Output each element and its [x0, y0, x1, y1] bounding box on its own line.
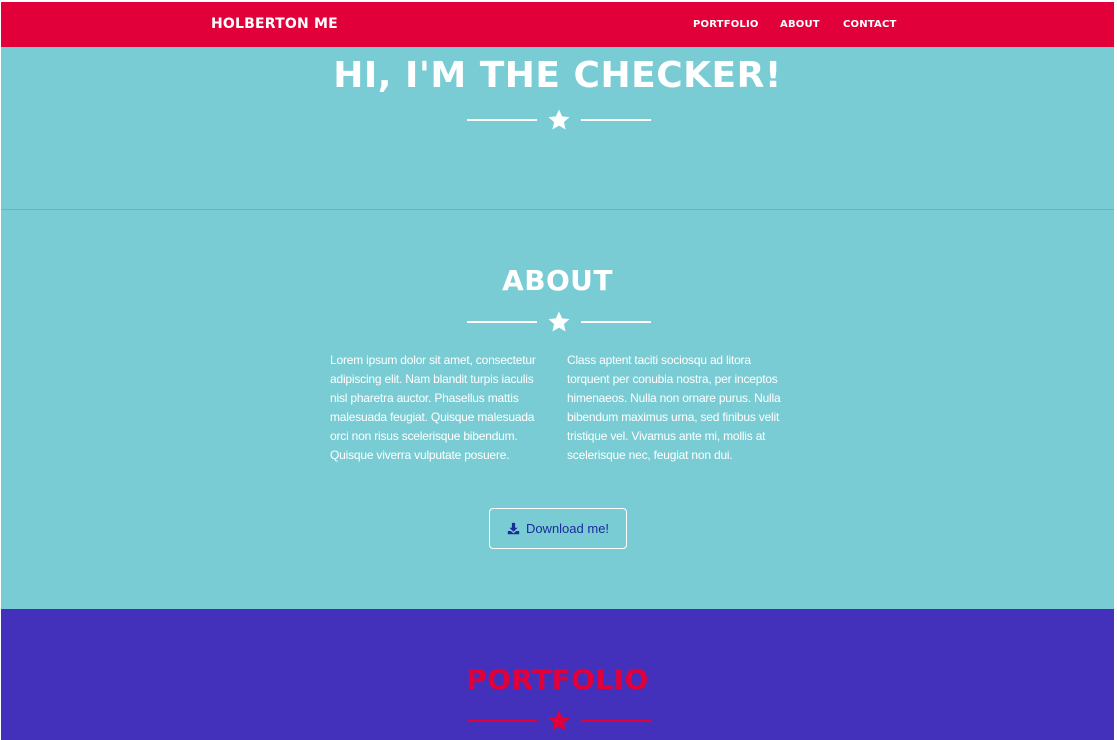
- star-icon: [548, 109, 570, 130]
- divider-line-right: [581, 119, 651, 121]
- about-text-left: Lorem ipsum dolor sit amet, consectetur …: [330, 353, 536, 462]
- about-divider: [467, 310, 651, 334]
- download-button-label: Download me!: [525, 521, 610, 536]
- divider-line-right: [581, 321, 651, 323]
- about-section: ABOUT Lorem ipsum dolor sit amet, consec…: [1, 210, 1114, 609]
- masthead: HI, I'M THE CHECKER!: [1, 47, 1114, 209]
- nav-link-contact[interactable]: CONTACT: [843, 19, 897, 30]
- divider-line-left: [467, 321, 537, 323]
- nav-link-about[interactable]: ABOUT: [780, 19, 820, 30]
- star-icon: [548, 710, 570, 731]
- download-icon: [507, 522, 520, 535]
- divider-line-left: [467, 720, 537, 722]
- portfolio-title: PORTFOLIO: [466, 663, 649, 696]
- nav-link-portfolio[interactable]: PORTFOLIO: [693, 19, 759, 30]
- page: HOLBERTON ME PORTFOLIO ABOUT CONTACT HI,…: [0, 0, 1117, 740]
- divider-line-right: [581, 720, 651, 722]
- brand-logo[interactable]: HOLBERTON ME: [211, 16, 338, 32]
- masthead-divider: [467, 108, 651, 132]
- about-title: ABOUT: [502, 264, 613, 297]
- download-button[interactable]: Download me!: [489, 508, 627, 549]
- about-text-right: Class aptent taciti sociosqu ad litora t…: [567, 353, 781, 462]
- star-icon: [548, 311, 570, 332]
- navbar: HOLBERTON ME PORTFOLIO ABOUT CONTACT: [1, 2, 1114, 47]
- portfolio-divider: [467, 709, 651, 733]
- masthead-title: HI, I'M THE CHECKER!: [333, 55, 782, 96]
- portfolio-section: PORTFOLIO: [1, 609, 1114, 740]
- divider-line-left: [467, 119, 537, 121]
